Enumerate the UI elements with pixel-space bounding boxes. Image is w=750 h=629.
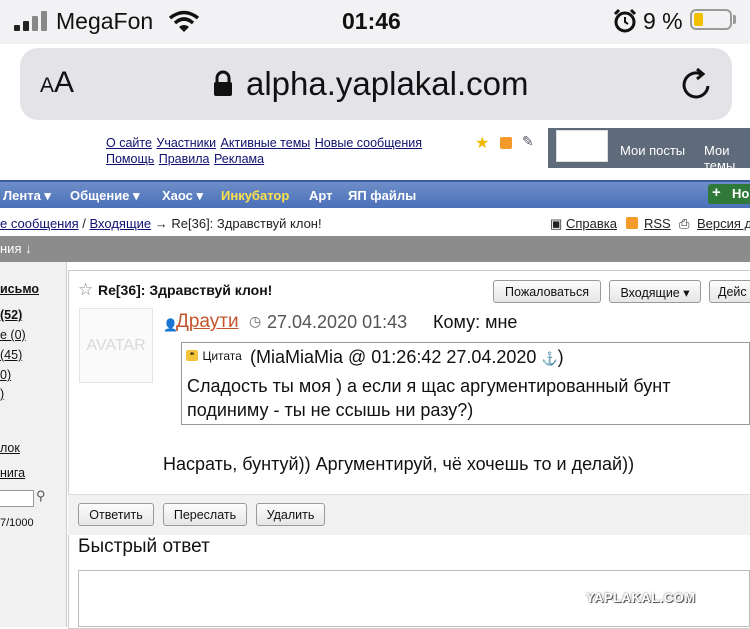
message-body: Насрать, бунтуй)) Аргументируй, чё хочеш… (163, 454, 635, 474)
nav-files[interactable]: ЯП файлы (348, 188, 416, 203)
nav-feed[interactable]: Лента ▾ (3, 188, 51, 204)
star-icon[interactable]: ★ (475, 133, 489, 153)
link-ads[interactable]: Реклама (214, 152, 264, 166)
reply-button[interactable]: Ответить (78, 503, 154, 526)
alarm-icon (613, 8, 637, 33)
quick-reply-title: Быстрый ответ (78, 536, 210, 557)
sidebar-write-letter[interactable]: исьмо (0, 282, 39, 296)
delete-button[interactable]: Удалить (256, 503, 325, 526)
quote-label-badge: ❝ Цитата (186, 347, 242, 365)
author-name[interactable]: Драути (176, 311, 239, 333)
battery-percent: 9 % (643, 8, 683, 34)
message-recipient: Кому: мне (433, 312, 518, 332)
nav-chaos[interactable]: Хаос ▾ (162, 188, 203, 204)
link-new-messages[interactable]: Новые сообщения (315, 136, 422, 150)
quote-icon: ❝ (186, 350, 198, 362)
crumb-inbox[interactable]: Входящие (90, 216, 152, 231)
print-icon: ⎙ (679, 216, 690, 231)
message-title: Re[36]: Здравствуй клон! (98, 282, 273, 298)
actions-button[interactable]: Дейс (709, 280, 750, 303)
battery-tip (733, 15, 736, 24)
star-outline-icon[interactable]: ☆ (78, 280, 93, 300)
rss-link[interactable]: RSS (644, 216, 671, 231)
help-icon: ▣ (550, 216, 563, 231)
section-band-text: ния ↓ (0, 241, 32, 256)
nav-art[interactable]: Арт (309, 188, 333, 203)
lock-icon (214, 70, 232, 96)
watermark: YAPLAKAL.COM (586, 590, 696, 605)
reload-icon[interactable] (680, 66, 714, 102)
sidebar-folder[interactable]: (45) (0, 348, 22, 362)
avatar: AVATAR (79, 308, 153, 383)
sidebar-item-4[interactable]: 0) (0, 368, 11, 382)
sidebar-address-book[interactable]: нига (0, 466, 25, 480)
anchor-icon[interactable]: ⚓ (541, 351, 557, 366)
sidebar-item-5[interactable]: ) (0, 387, 4, 401)
forward-button[interactable]: Переслать (163, 503, 247, 526)
nav-communication[interactable]: Общение ▾ (70, 188, 140, 204)
sidebar-inbox-count[interactable]: (52) (0, 308, 22, 322)
quote-source: (MiaMiaMia @ 01:26:42 27.04.2020 ⚓) (250, 347, 564, 367)
my-themes-link[interactable]: Мои темы (704, 143, 750, 173)
sidebar-storage: 7/1000 (0, 517, 34, 529)
complain-button[interactable]: Пожаловаться (493, 280, 601, 303)
plus-icon: + (712, 184, 721, 201)
nav-incubator[interactable]: Инкубатор (221, 188, 289, 203)
new-post-button[interactable]: + Но (708, 184, 750, 204)
link-rules[interactable]: Правила (159, 152, 210, 166)
breadcrumb: е сообщения / Входящие → Re[36]: Здравст… (0, 210, 750, 236)
print-version-link[interactable]: Версия д (697, 216, 750, 231)
crumb-messages[interactable]: е сообщения (0, 216, 79, 231)
pencil-icon[interactable]: ✎ (522, 133, 534, 150)
link-members[interactable]: Участники (156, 136, 216, 150)
my-posts-link[interactable]: Мои посты (620, 143, 685, 158)
rss-header-icon[interactable] (500, 137, 512, 149)
left-sidebar: исьмо (52) е (0) (45) 0) ) лок нига ⚲ 7/… (0, 262, 67, 627)
reader-text-size-button[interactable]: AA (40, 66, 74, 100)
message-date: 27.04.2020 01:43 (267, 312, 408, 332)
battery-icon (690, 9, 732, 30)
url-text[interactable]: alpha.yaplakal.com (246, 65, 529, 103)
user-thumbnail[interactable] (556, 130, 608, 162)
header-links-row2: Помощь Правила Реклама (106, 150, 264, 168)
inbox-dropdown-button[interactable]: Входящие ▾ (609, 280, 701, 303)
main-nav: Лента ▾ Общение ▾ Хаос ▾ Инкубатор Арт Я… (0, 180, 750, 208)
search-icon[interactable]: ⚲ (36, 488, 46, 504)
rss-icon (626, 217, 638, 229)
link-about[interactable]: О сайте (106, 136, 152, 150)
signal-icon (14, 11, 50, 31)
quote-label: Цитата (202, 349, 242, 363)
link-active-topics[interactable]: Активные темы (221, 136, 311, 150)
sidebar-sent[interactable]: е (0) (0, 328, 26, 342)
link-help[interactable]: Помощь (106, 152, 154, 166)
sidebar-search-input[interactable] (0, 490, 34, 507)
help-link[interactable]: Справка (566, 216, 617, 231)
carrier-name: MegaFon (56, 8, 154, 34)
sidebar-block-list[interactable]: лок (0, 441, 20, 455)
quote-text: Сладость ты моя ) а если я щас аргументи… (187, 376, 671, 420)
section-band: ния ↓ (0, 236, 750, 262)
clock-time: 01:46 (342, 8, 401, 34)
wifi-icon (168, 10, 200, 32)
clock-icon: ◷ (249, 313, 262, 329)
crumb-current: Re[36]: Здравствуй клон! (171, 216, 322, 231)
